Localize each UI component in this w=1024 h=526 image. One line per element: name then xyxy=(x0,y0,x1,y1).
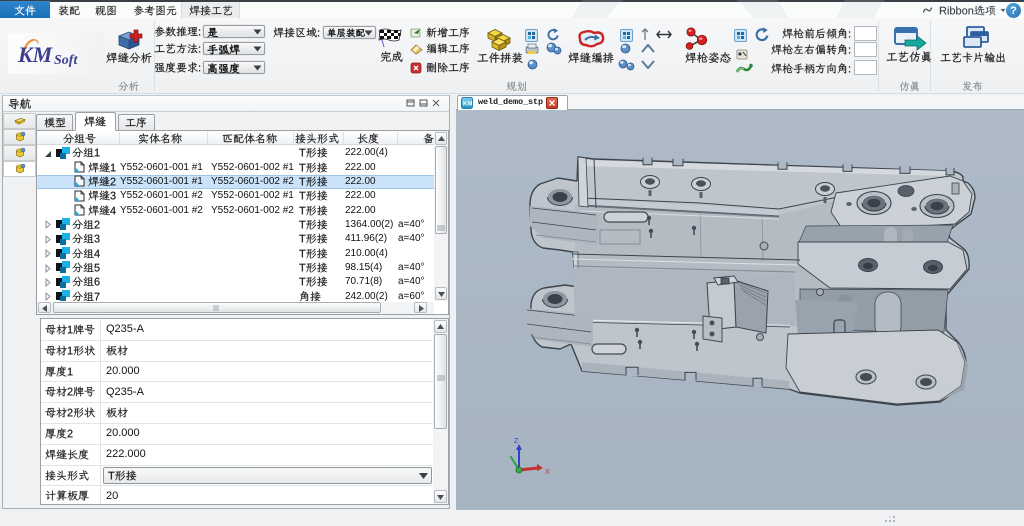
svg-text:Z: Z xyxy=(514,438,519,445)
svg-text:Soft: Soft xyxy=(54,53,78,68)
svg-text:X: X xyxy=(545,469,550,476)
svg-text:KM: KM xyxy=(463,102,472,108)
svg-text:KM: KM xyxy=(17,42,54,67)
